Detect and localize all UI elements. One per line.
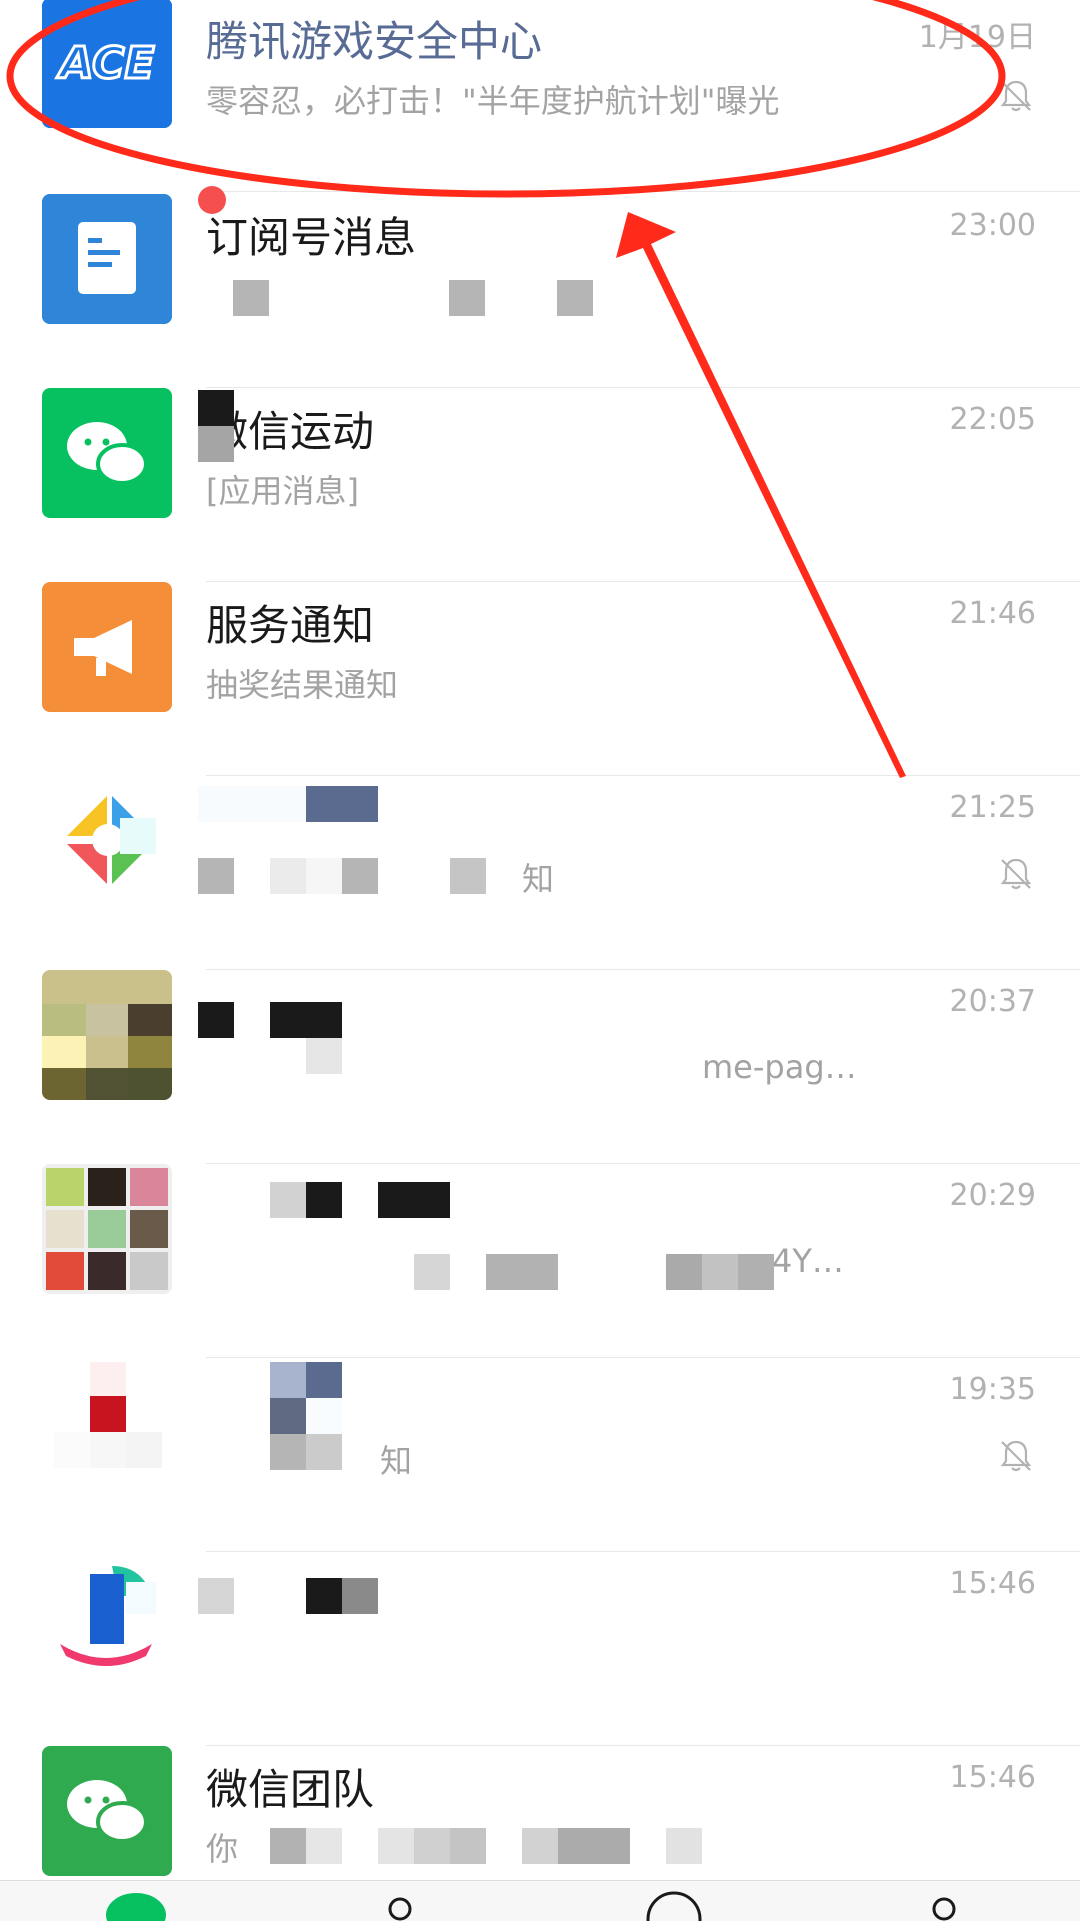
pixelated-area bbox=[0, 1552, 1080, 1746]
pixelated-area bbox=[0, 194, 1080, 388]
tab-bar bbox=[0, 1880, 1080, 1925]
chat-item-werun[interactable]: 微信运动 [应用消息] 22:05 bbox=[0, 388, 1080, 582]
chat-item-pixelated-2[interactable]: me-pag… 20:37 bbox=[0, 970, 1080, 1164]
ace-logo-icon: ACE bbox=[42, 0, 172, 128]
chat-list: ACE 腾讯游戏安全中心 零容忍，必打击！"半年度护航计划"曝光 1月19日 订… bbox=[0, 0, 1080, 1880]
contacts-icon bbox=[388, 1897, 412, 1921]
chat-item-tencent-game-security[interactable]: ACE 腾讯游戏安全中心 零容忍，必打击！"半年度护航计划"曝光 1月19日 bbox=[0, 0, 1080, 192]
chat-preview: 零容忍，必打击！"半年度护航计划"曝光 bbox=[206, 82, 780, 120]
me-icon bbox=[932, 1897, 956, 1921]
avatar: ACE bbox=[42, 0, 172, 128]
pixelated-area bbox=[0, 970, 1080, 1164]
chat-item-service-notifications[interactable]: 服务通知 抽奖结果通知 21:46 bbox=[0, 582, 1080, 776]
pixelated-area bbox=[0, 776, 1080, 970]
avatar bbox=[42, 582, 172, 712]
pixelated-area bbox=[0, 1164, 1080, 1358]
chat-item-pixelated-4[interactable]: 15:46 bbox=[0, 1552, 1080, 1746]
chat-title: 腾讯游戏安全中心 bbox=[206, 17, 543, 66]
chat-time: 21:46 bbox=[949, 596, 1036, 631]
chat-item-pixelated-1[interactable]: 知 21:25 bbox=[0, 776, 1080, 970]
svg-text:ACE: ACE bbox=[56, 38, 154, 89]
chat-item-pixelated-group[interactable]: 4Y… 20:29 bbox=[0, 1164, 1080, 1358]
chat-icon bbox=[106, 1893, 166, 1925]
discover-icon bbox=[646, 1891, 702, 1925]
pixelated-area bbox=[0, 1746, 1080, 1880]
chat-title: 服务通知 bbox=[206, 601, 375, 650]
divider bbox=[206, 191, 1080, 192]
mute-bell-icon bbox=[1000, 80, 1032, 112]
chat-item-subscriptions[interactable]: 订阅号消息 23:00 bbox=[0, 186, 1080, 388]
pixelated-area bbox=[0, 388, 1080, 582]
chat-preview: 抽奖结果通知 bbox=[206, 666, 399, 704]
chat-time: 1月19日 bbox=[918, 20, 1036, 55]
pixelated-area bbox=[0, 1358, 1080, 1552]
megaphone-icon bbox=[42, 582, 172, 712]
chat-item-pixelated-3[interactable]: 知 19:35 bbox=[0, 1358, 1080, 1552]
chat-item-wechat-team[interactable]: 微信团队 你 15:46 bbox=[0, 1746, 1080, 1880]
